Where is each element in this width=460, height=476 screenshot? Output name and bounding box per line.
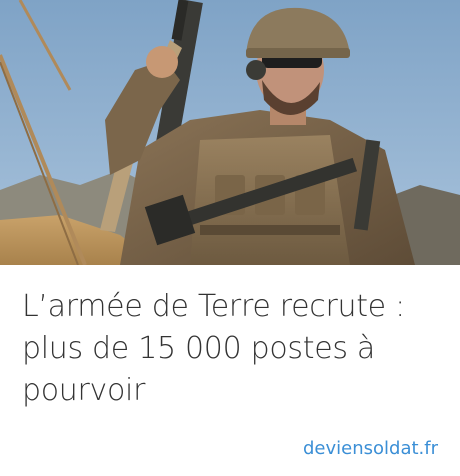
soldier-photo [0, 0, 460, 265]
sponsored-ad-card[interactable]: L’armée de Terre recrute : plus de 15 00… [0, 0, 460, 476]
ad-headline[interactable]: L’armée de Terre recrute : plus de 15 00… [22, 286, 442, 412]
source-domain-link[interactable]: deviensoldat.fr [303, 438, 438, 459]
ad-image[interactable] [0, 0, 460, 265]
